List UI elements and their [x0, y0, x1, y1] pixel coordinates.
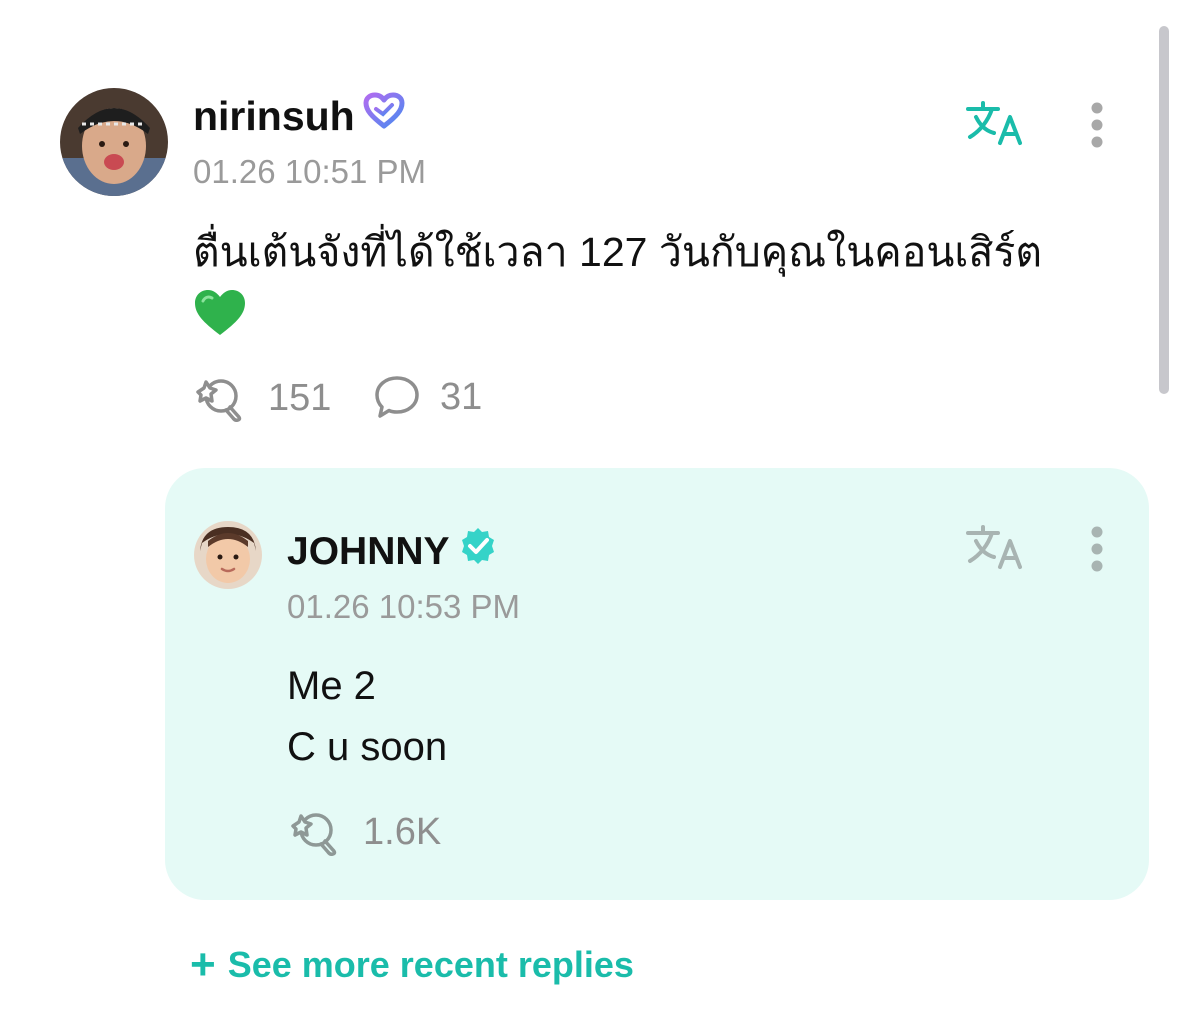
translate-button[interactable]: [962, 96, 1030, 152]
reaction-icon: [196, 379, 242, 422]
comment-count: 31: [440, 375, 483, 418]
plus-icon: +: [190, 940, 216, 989]
post-timestamp: 01.26 10:51 PM: [193, 153, 426, 190]
reply-more-options-button[interactable]: [1080, 522, 1114, 576]
more-vertical-icon: [1091, 102, 1103, 148]
comment-button[interactable]: 31: [374, 374, 482, 420]
reply-body: Me 2 C u soon: [287, 656, 447, 778]
translate-icon: [966, 525, 1022, 569]
reaction-count: 151: [268, 376, 332, 419]
comment-icon: [375, 376, 419, 418]
translate-icon: [966, 101, 1022, 145]
reply-translate-button[interactable]: [962, 520, 1030, 576]
reply-timestamp: 01.26 10:53 PM: [287, 588, 520, 625]
green-heart-emoji: 💚: [193, 282, 1123, 354]
comment-thread: nirinsuh 01.26 10:51 PM ตื่นเต้นจังที่ได…: [0, 0, 1178, 1030]
more-options-button[interactable]: [1080, 98, 1114, 152]
reply-text-line: C u soon: [287, 725, 448, 769]
reply-author-name[interactable]: JOHNNY: [287, 528, 450, 576]
see-more-label: See more recent replies: [227, 944, 634, 985]
avatar[interactable]: [60, 88, 168, 196]
reply-text-line: Me 2: [287, 664, 376, 708]
more-vertical-icon: [1091, 526, 1103, 572]
reply-reaction-button[interactable]: 1.6K: [287, 808, 441, 856]
reply-author[interactable]: JOHNNY: [287, 526, 498, 578]
reply-reaction-count: 1.6K: [363, 810, 442, 853]
post-author-name[interactable]: nirinsuh: [193, 92, 355, 140]
post-body: ตื่นเต้นจังที่ได้ใช้เวลา 127 วันกับคุณใน…: [193, 222, 1123, 354]
reaction-button[interactable]: 151: [192, 374, 331, 422]
post-text: ตื่นเต้นจังที่ได้ใช้เวลา 127 วันกับคุณใน…: [193, 229, 1043, 275]
fan-heart-icon: [363, 92, 405, 140]
reply-avatar[interactable]: [194, 521, 262, 589]
verified-badge-icon: [458, 526, 498, 578]
post-author[interactable]: nirinsuh: [193, 92, 405, 140]
reaction-icon: [291, 813, 337, 856]
see-more-replies-link[interactable]: + See more recent replies: [190, 940, 634, 989]
scrollbar[interactable]: [1159, 26, 1169, 394]
